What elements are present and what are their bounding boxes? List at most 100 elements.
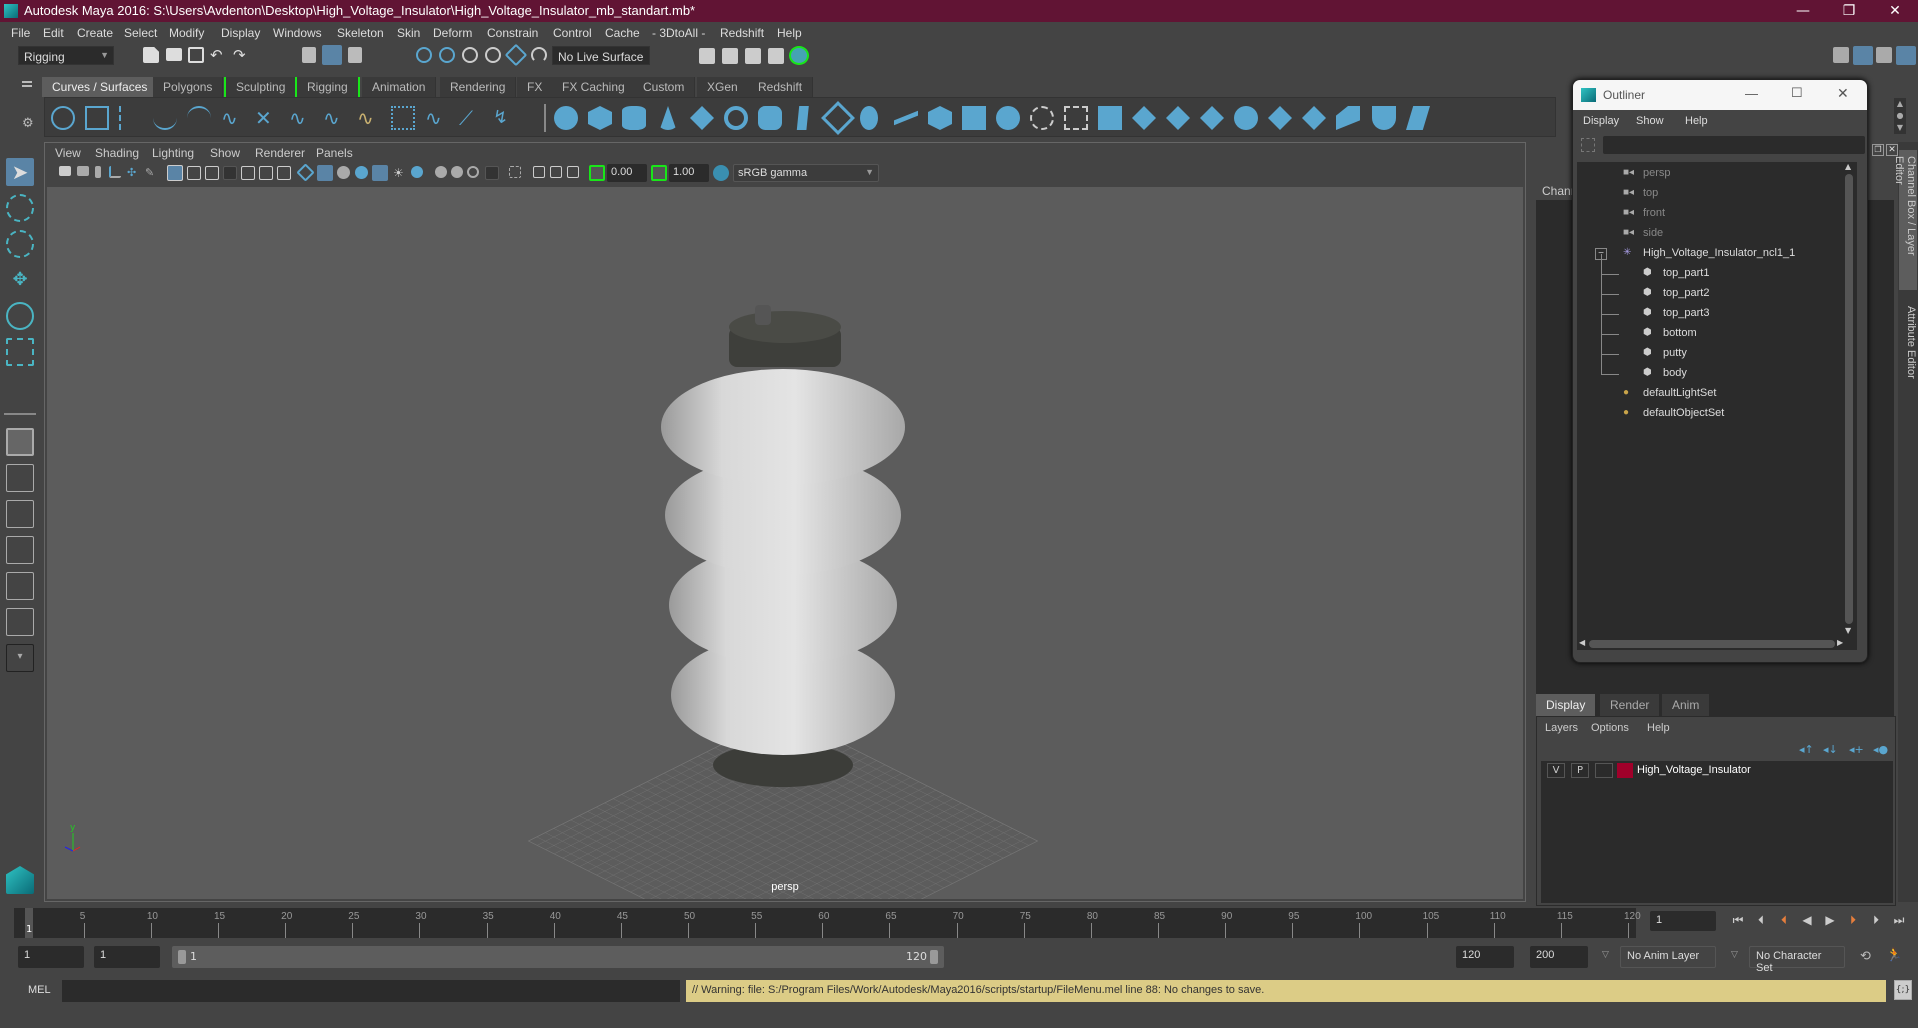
2d-pan-zoom-icon[interactable]: ✣ xyxy=(127,166,143,182)
wireframe-icon[interactable] xyxy=(296,163,315,182)
layer-menu-help[interactable]: Help xyxy=(1647,722,1670,734)
select-component-icon[interactable] xyxy=(348,47,362,63)
open-close-icon[interactable] xyxy=(1268,106,1292,130)
layer-color-swatch[interactable] xyxy=(1617,763,1633,778)
outliner-menu-display[interactable]: Display xyxy=(1583,115,1619,127)
pencil-curve-icon[interactable] xyxy=(153,106,177,130)
nurbs-circle-icon[interactable] xyxy=(51,106,75,130)
layer-tab-render[interactable]: Render xyxy=(1600,694,1660,716)
snap-grid-icon[interactable] xyxy=(416,47,432,63)
move-tool-icon[interactable]: ✥ xyxy=(6,266,34,294)
nurbs-cube-icon[interactable] xyxy=(588,106,612,130)
scroll-arrows-icon[interactable]: ▲ ● ▼ xyxy=(1894,98,1906,134)
nurbs-sphere-icon[interactable] xyxy=(554,106,578,130)
vp-menu-shading[interactable]: Shading xyxy=(95,146,139,160)
new-layer-selected-icon[interactable]: ◂● xyxy=(1873,743,1888,756)
go-to-start-icon[interactable]: ⏮ xyxy=(1730,912,1746,928)
nurbs-plane-icon[interactable] xyxy=(690,106,714,130)
select-tool-icon[interactable]: ➤ xyxy=(6,158,34,186)
menu-3dtoall[interactable]: - 3DtoAll - xyxy=(652,26,705,40)
use-all-lights-icon[interactable]: ☀ xyxy=(393,166,409,182)
bookmark-icon[interactable] xyxy=(95,166,101,178)
vp-menu-panels[interactable]: Panels xyxy=(316,146,353,160)
grid-toggle-icon[interactable] xyxy=(167,165,183,181)
vp-menu-renderer[interactable]: Renderer xyxy=(255,146,305,160)
outliner-search-input[interactable] xyxy=(1603,136,1865,154)
outliner-maximize-button[interactable]: ☐ xyxy=(1791,85,1803,101)
outliner-item-defaultobjectset[interactable]: ● defaultObjectSet xyxy=(1577,404,1847,424)
color-space-dropdown[interactable]: sRGB gamma ▼ xyxy=(733,164,879,182)
live-surface-field[interactable]: No Live Surface xyxy=(552,46,650,65)
birail-icon[interactable] xyxy=(894,110,918,126)
auto-keyframe-icon[interactable]: ⟲ xyxy=(1860,949,1871,964)
bezier-curve-icon[interactable]: ↯ xyxy=(493,106,517,130)
exposure-icon[interactable] xyxy=(589,165,605,181)
color-management-toggle-icon[interactable] xyxy=(713,165,729,181)
image-plane-icon[interactable] xyxy=(109,166,121,178)
smooth-shade-icon[interactable] xyxy=(317,165,333,181)
menu-create[interactable]: Create xyxy=(77,26,113,40)
anim-layer-dropdown[interactable]: No Anim Layer xyxy=(1620,946,1716,968)
play-backward-icon[interactable]: ◀ xyxy=(1799,912,1815,928)
bevel-icon[interactable] xyxy=(996,106,1020,130)
range-end-handle[interactable] xyxy=(930,950,938,964)
scroll-up-icon[interactable]: ▲ xyxy=(1845,162,1851,171)
layer-menu-options[interactable]: Options xyxy=(1591,722,1629,734)
shelf-tab-rendering[interactable]: Rendering xyxy=(440,77,517,97)
step-back-key-icon[interactable]: ⏴ xyxy=(1753,912,1769,928)
xray-icon[interactable] xyxy=(355,166,368,179)
nurbs-square-icon[interactable] xyxy=(85,106,109,130)
step-forward-key-icon[interactable]: ⏵ xyxy=(1868,912,1884,928)
isolate-select-icon[interactable] xyxy=(509,166,521,178)
character-set-dropdown[interactable]: No Character Set xyxy=(1749,946,1845,974)
save-scene-icon[interactable] xyxy=(188,47,204,63)
nurbs-cone-icon[interactable] xyxy=(659,106,677,130)
outliner-close-button[interactable]: ✕ xyxy=(1837,85,1849,102)
select-hierarchy-icon[interactable] xyxy=(302,47,316,63)
layer-playback-toggle[interactable]: P xyxy=(1571,763,1589,778)
square-surface-icon[interactable] xyxy=(962,106,986,130)
grease-pencil-icon[interactable]: ✎ xyxy=(145,166,161,182)
lasso-tool-icon[interactable] xyxy=(6,194,34,222)
shelf-tab-sculpting[interactable]: Sculpting xyxy=(224,77,297,97)
close-panel-icon[interactable]: ✕ xyxy=(1886,144,1898,156)
nurbs-torus-icon[interactable] xyxy=(724,106,748,130)
layer-display-type-toggle[interactable] xyxy=(1595,763,1613,778)
layer-visibility-toggle[interactable]: V xyxy=(1547,763,1565,778)
shelf-tab-animation[interactable]: Animation xyxy=(362,77,437,97)
persp-graph-layout-icon[interactable] xyxy=(6,536,34,564)
snap-live-icon[interactable] xyxy=(504,43,528,67)
script-language-label[interactable]: MEL xyxy=(28,984,51,996)
outliner-item-defaultlightset[interactable]: ● defaultLightSet xyxy=(1577,384,1847,404)
hypershade-icon[interactable] xyxy=(789,46,809,65)
sculpt-geometry-icon[interactable] xyxy=(1372,106,1396,130)
close-button[interactable]: ✕ xyxy=(1872,0,1918,22)
shadows-icon[interactable] xyxy=(411,166,423,178)
menu-deform[interactable]: Deform xyxy=(433,26,472,40)
outliner-item-top-part1[interactable]: ⬢ top_part1 xyxy=(1577,254,1847,284)
outliner-item-persp[interactable]: ■◂ persp xyxy=(1577,164,1847,184)
float-panel-icon[interactable]: ❐ xyxy=(1872,144,1884,156)
anti-aliasing-icon[interactable] xyxy=(467,166,479,178)
cv-curve-icon[interactable] xyxy=(119,106,143,130)
offset-curve-icon[interactable]: ∿ xyxy=(357,106,381,130)
outliner-item-high-voltage-insulator-ncl1-1[interactable]: −✳High_Voltage_Insulator_ncl1_1 xyxy=(1577,244,1847,264)
snap-view-plane-icon[interactable] xyxy=(485,47,501,63)
undo-icon[interactable]: ↶ xyxy=(210,47,226,63)
rotate-tool-icon[interactable] xyxy=(6,302,34,330)
layer-menu-layers[interactable]: Layers xyxy=(1545,722,1578,734)
open-scene-icon[interactable] xyxy=(166,48,182,61)
shelf-tab-custom[interactable]: Custom xyxy=(633,77,696,97)
go-to-end-icon[interactable]: ⏭ xyxy=(1891,912,1907,928)
scroll-left-icon[interactable]: ◀ xyxy=(1579,638,1585,647)
persp-hypershade-layout-icon[interactable] xyxy=(6,572,34,600)
menu-constrain[interactable]: Constrain xyxy=(487,26,538,40)
hud-icon[interactable] xyxy=(567,166,579,178)
textured-icon[interactable] xyxy=(372,165,388,181)
layer-name[interactable]: High_Voltage_Insulator xyxy=(1637,764,1751,776)
attach-curves-icon[interactable]: ∿ xyxy=(221,106,245,130)
channel-box-toggle-icon[interactable] xyxy=(1896,46,1916,65)
shelf-tab-fx[interactable]: FX xyxy=(517,77,554,97)
tab-attribute-editor[interactable]: Attribute Editor xyxy=(1899,300,1917,400)
add-points-icon[interactable]: ∿ xyxy=(425,106,449,130)
